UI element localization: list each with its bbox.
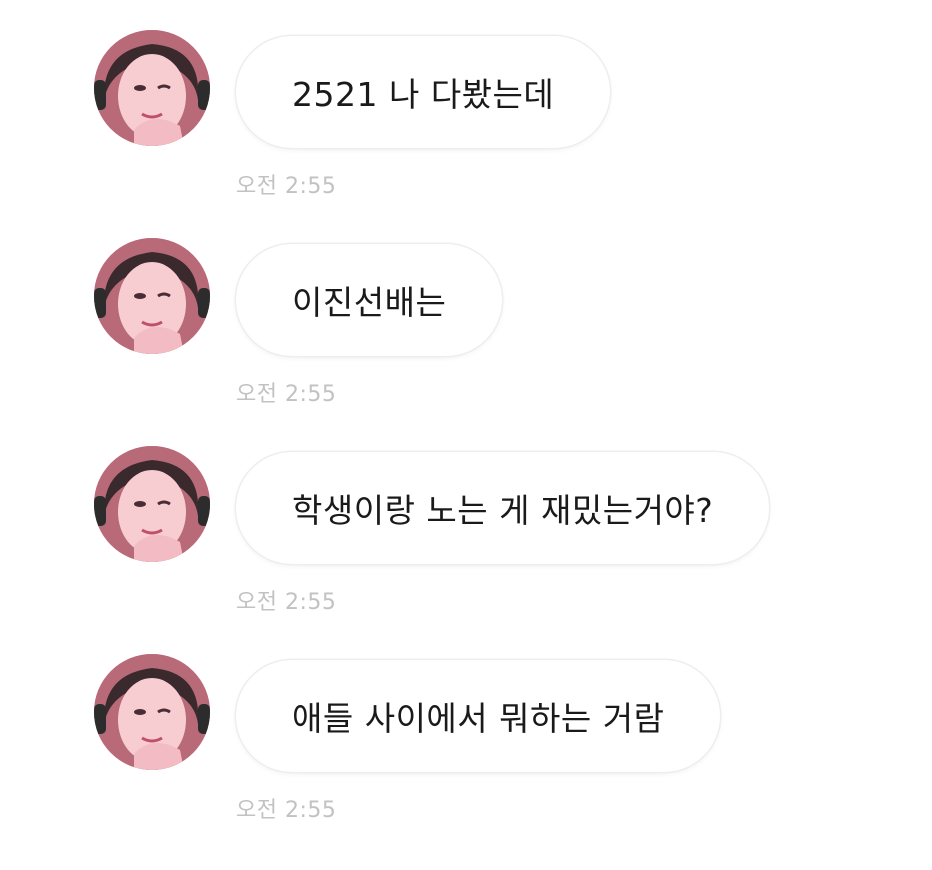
message-row: 이진선배는 오전 2:55 [0,238,932,428]
message-timestamp: 오전 2:55 [236,382,337,407]
message-bubble[interactable]: 학생이랑 노는 게 재밌는거야? [236,452,770,564]
message-timestamp: 오전 2:55 [236,590,337,615]
avatar-photo-icon [94,238,210,354]
message-text: 이진선배는 [292,283,447,322]
sender-avatar[interactable] [94,238,210,354]
message-timestamp: 오전 2:55 [236,174,337,199]
chat-message-list: 2521 나 다봤는데 오전 2:55 이진선배는 오전 2:55 학생이랑 노… [0,0,932,870]
avatar-photo-icon [94,446,210,562]
message-bubble[interactable]: 2521 나 다봤는데 [236,36,611,148]
message-row: 2521 나 다봤는데 오전 2:55 [0,30,932,220]
sender-avatar[interactable] [94,654,210,770]
message-row: 학생이랑 노는 게 재밌는거야? 오전 2:55 [0,446,932,636]
avatar-photo-icon [94,30,210,146]
message-timestamp: 오전 2:55 [236,798,337,823]
message-text: 2521 나 다봤는데 [292,75,555,114]
message-text: 학생이랑 노는 게 재밌는거야? [292,491,714,530]
sender-avatar[interactable] [94,446,210,562]
message-bubble[interactable]: 애들 사이에서 뭐하는 거람 [236,660,721,772]
message-bubble[interactable]: 이진선배는 [236,244,503,356]
avatar-photo-icon [94,654,210,770]
message-text: 애들 사이에서 뭐하는 거람 [292,699,665,738]
sender-avatar[interactable] [94,30,210,146]
message-row: 애들 사이에서 뭐하는 거람 오전 2:55 [0,654,932,844]
